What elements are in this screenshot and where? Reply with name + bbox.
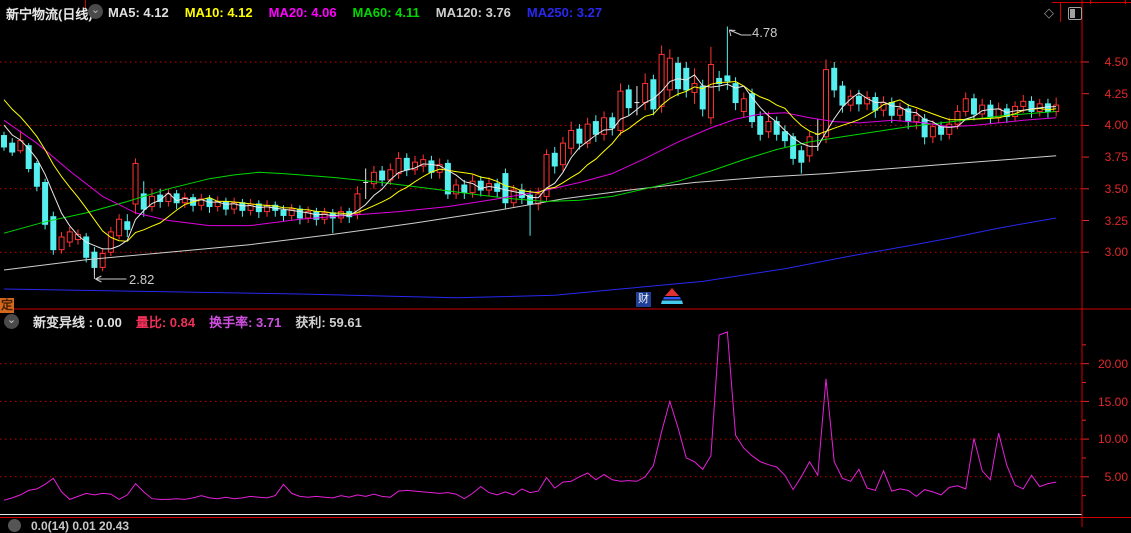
price-tick-400: 4.00 (1104, 118, 1128, 132)
price-tick-350: 3.50 (1104, 182, 1128, 196)
stock-title: 新宁物流(日线) (6, 7, 93, 22)
collapse-sub-chart-icon[interactable]: ⌄ (4, 314, 19, 329)
finance-cai-badge[interactable]: 财 (636, 292, 651, 307)
ma250-label: MA250: 3.27 (526, 5, 603, 20)
price-tick-375: 3.75 (1104, 150, 1128, 164)
high-price-annotation: 4.78 (752, 25, 778, 40)
price-tick-450: 4.50 (1104, 55, 1128, 69)
price-tick-300: 3.00 (1104, 245, 1128, 259)
volume-ratio-value: 量比: 0.84 (135, 315, 196, 330)
sub-tick-5: 5.00 (1104, 470, 1128, 484)
trading-app-window: { "window": { "title": "新宁物流(日线)" }, "he… (0, 0, 1131, 533)
price-tick-325: 3.25 (1104, 214, 1128, 228)
next-panel-clipped-header: 0.0(14) 0.01 20.43 (0, 519, 129, 533)
profit-ratio-value: 获利: 59.61 (295, 315, 362, 330)
sub-tick-10: 10.00 (1097, 432, 1128, 446)
chart-canvas[interactable] (0, 0, 1131, 527)
ma120-label: MA120: 3.76 (435, 5, 511, 20)
turnover-rate-value: 换手率: 3.71 (209, 315, 282, 330)
panel-layout-icon[interactable] (1068, 7, 1082, 20)
ma60-label: MA60: 4.11 (352, 5, 420, 20)
panel-layout-fill (1070, 9, 1075, 18)
collapse-main-chart-icon[interactable]: ⌄ (88, 4, 103, 19)
sub-tick-20: 20.00 (1097, 357, 1128, 371)
next-panel-text: 0.0(14) 0.01 20.43 (31, 519, 130, 533)
sub-tick-15: 15.00 (1097, 395, 1128, 409)
ma20-label: MA20: 4.06 (268, 5, 337, 20)
low-price-annotation: 2.82 (129, 272, 155, 287)
ding-tag-badge[interactable]: 定 (0, 298, 14, 313)
ma-legend: MA5: 4.12 MA10: 4.12 MA20: 4.06 MA60: 4.… (108, 5, 602, 20)
diamond-marker-icon[interactable]: ◇ (1044, 5, 1054, 21)
price-tick-425: 4.25 (1104, 87, 1128, 101)
ma10-label: MA10: 4.12 (184, 5, 253, 20)
ma5-label: MA5: 4.12 (108, 5, 169, 20)
indicator-name-value: 新变异线 : 0.00 (33, 315, 122, 330)
sub-indicator-header: ⌄ 新变异线 : 0.00 量比: 0.84 换手率: 3.71 获利: 59.… (4, 312, 362, 331)
collapse-next-panel-icon[interactable] (8, 519, 21, 532)
